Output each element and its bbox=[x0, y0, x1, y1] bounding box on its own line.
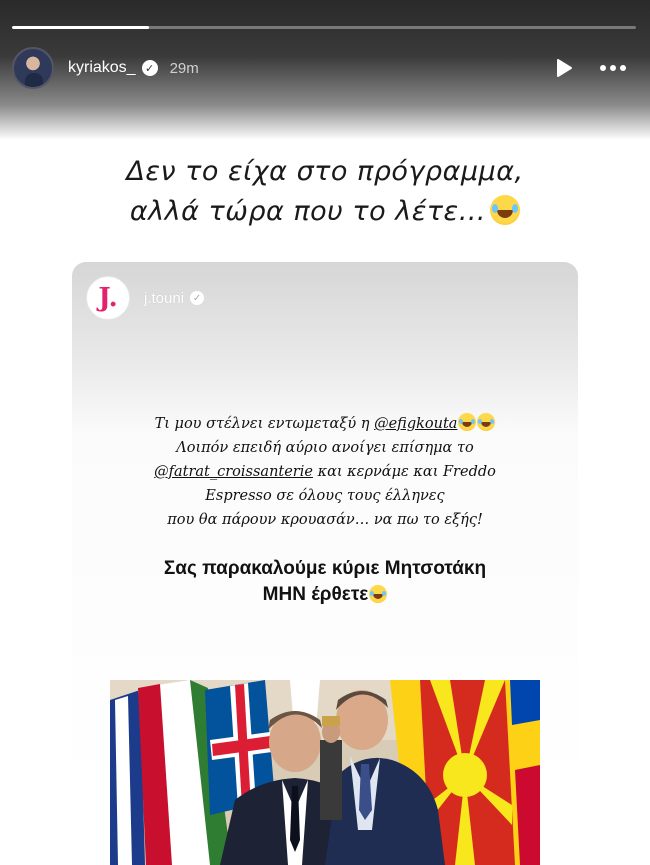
repost-body-text: Τι μου στέλνει εντωμεταξύ η @efigkouta Λ… bbox=[72, 412, 578, 532]
story-caption: Δεν το είχα στο πρόγραμμα, αλλά τώρα που… bbox=[0, 152, 650, 232]
caption-line-2-text: αλλά τώρα που το λέτε… bbox=[129, 196, 487, 227]
play-icon bbox=[557, 59, 572, 77]
play-button[interactable] bbox=[550, 54, 578, 82]
story-photo[interactable] bbox=[110, 680, 540, 865]
repost-text-line: @fatrat_croissanterie και κερνάμε και Fr… bbox=[72, 460, 578, 484]
more-dot bbox=[620, 65, 626, 71]
repost-headline: Σας παρακαλούμε κύριε Μητσοτάκη ΜΗΝ έρθε… bbox=[72, 556, 578, 608]
verified-badge-icon: ✓ bbox=[141, 60, 158, 76]
laughing-emoji-icon bbox=[490, 195, 521, 225]
headline-line-1: Σας παρακαλούμε κύριε Μητσοτάκη bbox=[163, 558, 487, 579]
caption-line-1: Δεν το είχα στο πρόγραμμα, bbox=[126, 156, 524, 187]
repost-avatar[interactable]: J. bbox=[86, 276, 130, 320]
repost-text-span: και κερνάμε και Freddo bbox=[312, 464, 496, 480]
laughing-emoji-icon bbox=[369, 585, 388, 603]
mention-link[interactable]: @fatrat_croissanterie bbox=[154, 464, 313, 480]
story-username[interactable]: kyriakos_ bbox=[68, 59, 136, 77]
repost-header: J. j.touni ✓ bbox=[86, 276, 205, 320]
more-options-button[interactable] bbox=[600, 65, 626, 71]
more-options-icon bbox=[600, 65, 606, 71]
repost-text-line: που θα πάρουν κρουασάν… να πω το εξής! bbox=[167, 512, 483, 528]
story-progress-fill bbox=[12, 26, 150, 29]
laughing-emoji-icon bbox=[458, 413, 477, 431]
repost-text-line: Τι μου στέλνει εντωμεταξύ η @efigkouta bbox=[72, 412, 578, 436]
more-dot bbox=[610, 65, 616, 71]
story-header: kyriakos_ ✓ 29m bbox=[12, 46, 638, 90]
headline-line-2: ΜΗΝ έρθετε bbox=[72, 582, 578, 608]
photo-illustration bbox=[110, 680, 540, 865]
repost-username[interactable]: j.touni bbox=[144, 290, 184, 307]
laughing-emoji-icon bbox=[477, 413, 496, 431]
repost-text-line: Espresso σε όλους τους έλληνες bbox=[205, 488, 445, 504]
story-timestamp: 29m bbox=[169, 59, 199, 77]
verified-badge-icon: ✓ bbox=[190, 291, 205, 305]
repost-text-span: Τι μου στέλνει εντωμεταξύ η bbox=[154, 416, 375, 432]
mention-link[interactable]: @efigkouta bbox=[374, 416, 457, 432]
caption-line-2: αλλά τώρα που το λέτε… bbox=[0, 192, 650, 232]
repost-text-line: Λοιπόν επειδή αύριο ανοίγει επίσημα το bbox=[176, 440, 474, 456]
story-progress-bar bbox=[12, 26, 636, 29]
headline-line-2-text: ΜΗΝ έρθετε bbox=[262, 584, 369, 605]
avatar[interactable] bbox=[12, 47, 54, 89]
background-guard bbox=[320, 716, 342, 820]
